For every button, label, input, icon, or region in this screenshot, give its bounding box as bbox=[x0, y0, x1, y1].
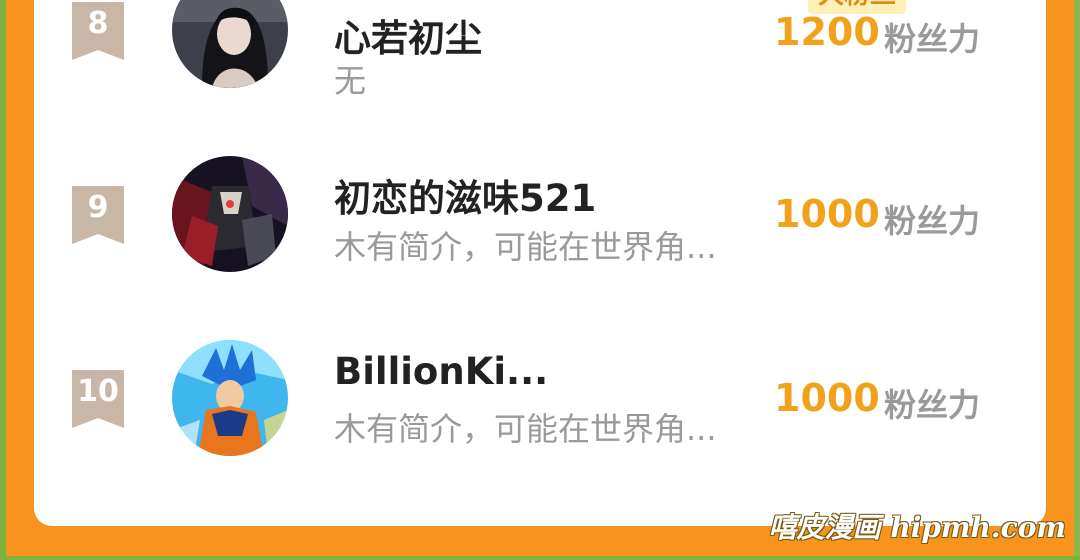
rank-badge: 9 bbox=[72, 186, 124, 244]
fan-score: 1200 bbox=[774, 10, 880, 54]
rank-number: 9 bbox=[87, 190, 109, 225]
ranking-row[interactable]: 9 初恋的滋味521 木有简介，可能在世界角... 1000 粉丝力 bbox=[34, 140, 1046, 290]
fan-score: 1000 bbox=[774, 376, 880, 420]
bottom-edge-strip bbox=[0, 556, 1080, 560]
ranking-row[interactable]: 10 BillionKi... 木有简介，可能在世界角... 1000 粉丝力 bbox=[34, 326, 1046, 476]
avatar[interactable] bbox=[172, 0, 288, 88]
avatar[interactable] bbox=[172, 156, 288, 272]
user-bio: 无 bbox=[334, 62, 367, 100]
rank-number: 10 bbox=[77, 374, 119, 409]
fan-score-unit: 粉丝力 bbox=[884, 386, 981, 424]
fan-score-unit: 粉丝力 bbox=[884, 20, 981, 58]
ranking-row[interactable]: 8 心若初尘 大粉丝 无 1200 粉丝力 bbox=[34, 0, 1046, 110]
user-name[interactable]: 心若初尘 bbox=[334, 8, 482, 62]
right-edge-strip bbox=[1074, 0, 1080, 560]
site-watermark: 嘻皮漫画 hipmh.com bbox=[768, 511, 1066, 544]
rank-badge: 8 bbox=[72, 2, 124, 60]
super-saiyan-avatar-icon bbox=[172, 340, 288, 456]
rank-number: 8 bbox=[87, 6, 109, 41]
rank-badge: 10 bbox=[72, 370, 124, 428]
left-edge-strip bbox=[0, 0, 6, 560]
fan-score: 1000 bbox=[774, 192, 880, 236]
girl-portrait-avatar-icon bbox=[172, 0, 288, 88]
armored-warrior-avatar-icon bbox=[172, 156, 288, 272]
user-bio: 木有简介，可能在世界角... bbox=[334, 228, 717, 266]
fan-score-unit: 粉丝力 bbox=[884, 202, 981, 240]
avatar[interactable] bbox=[172, 340, 288, 456]
user-name[interactable]: 初恋的滋味521 bbox=[334, 168, 596, 222]
user-bio: 木有简介，可能在世界角... bbox=[334, 410, 717, 448]
user-name[interactable]: BillionKi... bbox=[334, 350, 548, 393]
